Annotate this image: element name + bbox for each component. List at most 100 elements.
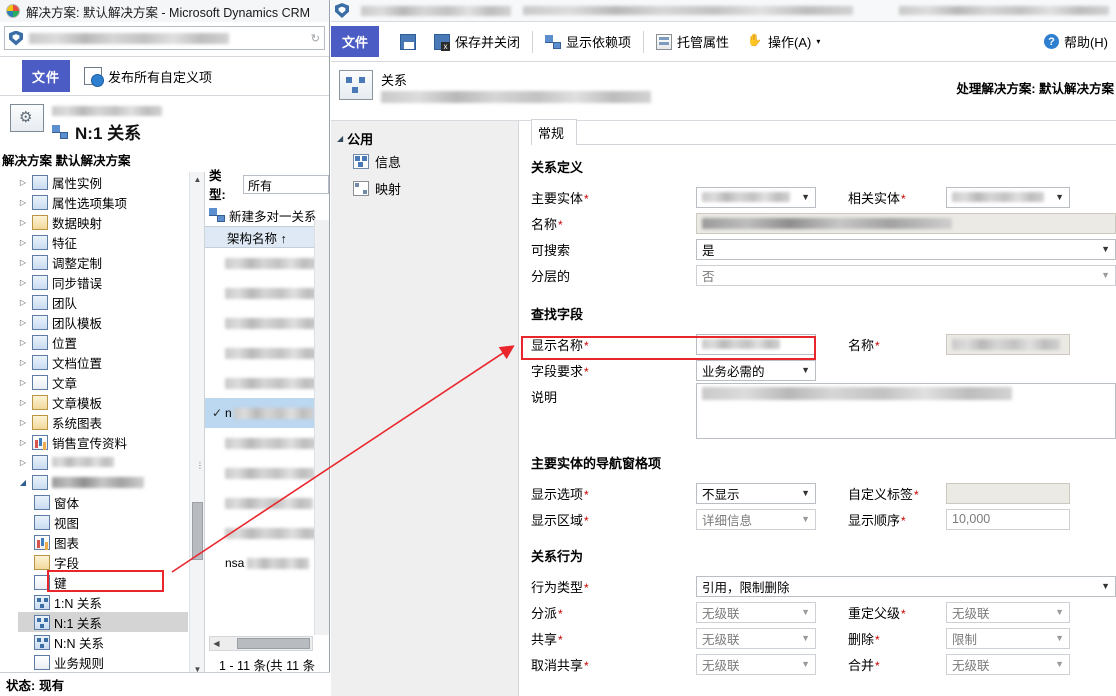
save-and-close-button[interactable]: 保存并关闭 bbox=[425, 32, 529, 51]
scroll-up-arrow-icon[interactable]: ▲ bbox=[190, 172, 204, 187]
list-horizontal-scrollbar[interactable]: ◀ bbox=[209, 636, 313, 651]
chevron-down-icon[interactable]: ▼ bbox=[801, 365, 813, 375]
tree-vertical-scrollbar[interactable]: ▲ ▼ ⋮ bbox=[189, 172, 204, 677]
tree-item-sync-error[interactable]: ▷ 同步错误 bbox=[18, 272, 188, 292]
tree-item-team-template[interactable]: ▷ 团队模板 bbox=[18, 312, 188, 332]
chevron-down-icon[interactable]: ▼ bbox=[1055, 607, 1067, 617]
table-row[interactable] bbox=[205, 518, 329, 548]
unshare-select[interactable]: 无级联 ▼ bbox=[696, 653, 816, 675]
table-row[interactable] bbox=[205, 488, 329, 518]
tree-item-feature[interactable]: ▷ 特征 bbox=[18, 232, 188, 252]
tree-item-system-chart[interactable]: ▷ 系统图表 bbox=[18, 412, 188, 432]
share-select[interactable]: 无级联 ▼ bbox=[696, 627, 816, 649]
display-option-select[interactable]: 不显示 ▼ bbox=[696, 482, 816, 504]
table-row[interactable] bbox=[205, 368, 329, 398]
tree-item-business-rule[interactable]: 业务规则 bbox=[18, 652, 188, 672]
address-bar[interactable]: ↻ bbox=[4, 26, 325, 50]
hierarchical-select[interactable]: 否 ▼ bbox=[696, 264, 1116, 286]
delete-select[interactable]: 限制 ▼ bbox=[946, 627, 1070, 649]
chevron-right-icon[interactable]: ▷ bbox=[18, 458, 28, 467]
file-tab[interactable]: 文件 bbox=[331, 26, 379, 57]
chevron-down-icon[interactable]: ▼ bbox=[801, 659, 813, 669]
table-row[interactable] bbox=[205, 248, 329, 278]
managed-properties-button[interactable]: 托管属性 bbox=[647, 32, 738, 51]
tree-item-many-to-many[interactable]: N:N 关系 bbox=[18, 632, 188, 652]
reparent-select[interactable]: 无级联 ▼ bbox=[946, 601, 1070, 623]
file-tab[interactable]: 文件 bbox=[22, 60, 70, 92]
table-row[interactable] bbox=[205, 338, 329, 368]
chevron-down-icon[interactable]: ▾ bbox=[816, 37, 820, 46]
tree-item-one-to-many[interactable]: 1:N 关系 bbox=[18, 592, 188, 612]
chevron-down-icon[interactable]: ▼ bbox=[801, 488, 813, 498]
type-filter-select[interactable]: 所有 bbox=[243, 174, 329, 194]
show-dependencies-button[interactable]: 显示依赖项 bbox=[536, 32, 640, 51]
chevron-right-icon[interactable]: ▷ bbox=[18, 318, 28, 327]
row-check-icon[interactable]: ✓ bbox=[209, 406, 225, 420]
publish-all-customizations-button[interactable]: 发布所有自定义项 bbox=[70, 57, 222, 95]
chevron-down-icon[interactable]: ◢ bbox=[18, 478, 28, 487]
chevron-right-icon[interactable]: ▷ bbox=[18, 338, 28, 347]
chevron-right-icon[interactable]: ▷ bbox=[18, 278, 28, 287]
chevron-down-icon[interactable]: ▼ bbox=[801, 514, 813, 524]
custom-label-input[interactable] bbox=[946, 482, 1070, 504]
name-input[interactable] bbox=[696, 212, 1116, 234]
new-many-to-one-relationship-button[interactable]: 新建多对一关系 bbox=[205, 204, 329, 226]
tree-item-redacted-entity[interactable]: ▷ bbox=[18, 452, 188, 472]
tree-item-many-to-one[interactable]: N:1 关系 bbox=[18, 612, 188, 632]
table-row[interactable] bbox=[205, 278, 329, 308]
nav-item-information[interactable]: 信息 bbox=[337, 148, 518, 175]
related-entity-select[interactable]: ▼ bbox=[946, 186, 1070, 208]
tree-item-data-map[interactable]: ▷ 数据映射 bbox=[18, 212, 188, 232]
chevron-down-icon[interactable]: ◢ bbox=[337, 134, 343, 143]
chevron-down-icon[interactable]: ▼ bbox=[801, 633, 813, 643]
hscroll-thumb[interactable] bbox=[237, 638, 310, 649]
table-row[interactable]: nsa bbox=[205, 548, 329, 578]
chevron-right-icon[interactable]: ▷ bbox=[18, 438, 28, 447]
chevron-right-icon[interactable]: ▷ bbox=[18, 398, 28, 407]
searchable-select[interactable]: 是 ▼ bbox=[696, 238, 1116, 260]
chevron-right-icon[interactable]: ▷ bbox=[18, 238, 28, 247]
chevron-down-icon[interactable]: ▼ bbox=[1055, 659, 1067, 669]
chevron-right-icon[interactable]: ▷ bbox=[18, 198, 28, 207]
display-area-select[interactable]: 详细信息 ▼ bbox=[696, 508, 816, 530]
tree-item-sales-literature[interactable]: ▷ 销售宣传资料 bbox=[18, 432, 188, 452]
scroll-thumb[interactable] bbox=[192, 502, 203, 560]
scroll-left-arrow-icon[interactable]: ◀ bbox=[210, 639, 223, 648]
chevron-right-icon[interactable]: ▷ bbox=[18, 218, 28, 227]
tree-item-document-location[interactable]: ▷ 文档位置 bbox=[18, 352, 188, 372]
chevron-down-icon[interactable]: ▼ bbox=[1101, 581, 1113, 591]
description-textarea[interactable] bbox=[696, 383, 1116, 439]
chevron-right-icon[interactable]: ▷ bbox=[18, 258, 28, 267]
merge-select[interactable]: 无级联 ▼ bbox=[946, 653, 1070, 675]
tree-item-form[interactable]: 窗体 bbox=[18, 492, 188, 512]
list-vertical-scrollbar[interactable] bbox=[314, 220, 329, 635]
lookup-name-input[interactable] bbox=[946, 333, 1070, 355]
tree-item-field[interactable]: 字段 bbox=[18, 552, 188, 572]
table-row-selected[interactable]: ✓ n bbox=[205, 398, 329, 428]
tree-item-location[interactable]: ▷ 位置 bbox=[18, 332, 188, 352]
tree-item-article-template[interactable]: ▷ 文章模板 bbox=[18, 392, 188, 412]
tab-general[interactable]: 常规 bbox=[531, 119, 578, 145]
chevron-down-icon[interactable]: ▼ bbox=[1055, 633, 1067, 643]
chevron-right-icon[interactable]: ▷ bbox=[18, 178, 28, 187]
display-order-input[interactable]: 10,000 bbox=[946, 508, 1070, 530]
help-button[interactable]: ? 帮助(H) bbox=[1035, 32, 1116, 51]
chevron-down-icon[interactable]: ▼ bbox=[1055, 192, 1067, 202]
chevron-down-icon[interactable]: ▼ bbox=[801, 192, 813, 202]
right-address-bar[interactable] bbox=[331, 0, 1116, 22]
tree-item-view[interactable]: 视图 bbox=[18, 512, 188, 532]
assign-select[interactable]: 无级联 ▼ bbox=[696, 601, 816, 623]
field-requirement-select[interactable]: 业务必需的 ▼ bbox=[696, 359, 816, 381]
tree-item-chart[interactable]: 图表 bbox=[18, 532, 188, 552]
chevron-right-icon[interactable]: ▷ bbox=[18, 418, 28, 427]
tree-item-team[interactable]: ▷ 团队 bbox=[18, 292, 188, 312]
primary-entity-select[interactable]: ▼ bbox=[696, 186, 816, 208]
grid-column-header[interactable]: 架构名称 ↑ bbox=[205, 226, 329, 248]
chevron-down-icon[interactable]: ▼ bbox=[801, 607, 813, 617]
chevron-right-icon[interactable]: ▷ bbox=[18, 378, 28, 387]
tree-item-expanded-entity[interactable]: ◢ bbox=[18, 472, 188, 492]
table-row[interactable] bbox=[205, 308, 329, 338]
tree-item-attribute-optionset[interactable]: ▷ 属性选项集项 bbox=[18, 192, 188, 212]
refresh-icon[interactable]: ↻ bbox=[311, 32, 320, 45]
table-row[interactable] bbox=[205, 428, 329, 458]
